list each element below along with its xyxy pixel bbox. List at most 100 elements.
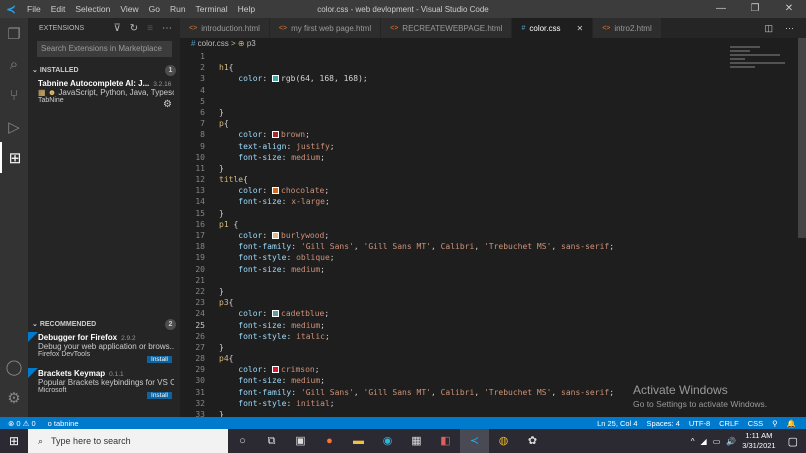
refresh-icon[interactable]: ↻ xyxy=(130,23,138,34)
vscode-taskbar-icon[interactable]: ≺ xyxy=(460,429,489,453)
search-icon[interactable]: ⌕ xyxy=(0,49,28,80)
clear-icon[interactable]: ≡ xyxy=(147,23,153,34)
code-line[interactable]: 28 p4{ xyxy=(180,353,720,364)
clock[interactable]: 1:11 AM 3/31/2021 xyxy=(742,431,775,451)
extension-search-input[interactable]: Search Extensions in Marketplace xyxy=(37,41,172,57)
code-line[interactable]: 7 p{ xyxy=(180,118,720,129)
code-line[interactable]: 17 color: burlywood; xyxy=(180,230,720,241)
color-swatch[interactable] xyxy=(272,310,279,318)
color-swatch[interactable] xyxy=(272,232,279,239)
code-line[interactable]: 5 xyxy=(180,96,720,107)
code-line[interactable]: 1 xyxy=(180,51,720,62)
code-line[interactable]: 13 color: chocolate; xyxy=(180,185,720,196)
code-line[interactable]: 25 font-size: medium; xyxy=(180,320,720,331)
code-line[interactable]: 11} xyxy=(180,163,720,174)
code-line[interactable]: 6} xyxy=(180,107,720,118)
source-control-icon[interactable]: ⑂ xyxy=(0,80,28,111)
breadcrumb-file[interactable]: color.css xyxy=(198,39,229,48)
tab-intro2-html[interactable]: <> intro2.html xyxy=(593,18,662,38)
code-line[interactable]: 4 xyxy=(180,85,720,96)
action-center-icon[interactable]: ▢ xyxy=(788,435,798,448)
end-of-line[interactable]: CRLF xyxy=(719,419,739,428)
code-line[interactable]: 14 font-size: x-large; xyxy=(180,196,720,207)
color-swatch[interactable] xyxy=(272,366,279,374)
tab-color-css[interactable]: # color.css ✕ xyxy=(512,18,594,38)
code-line[interactable]: 23 p3{ xyxy=(180,297,720,308)
split-editor-icon[interactable]: ◫ xyxy=(764,23,773,34)
code-line[interactable]: 16 p1 { xyxy=(180,219,720,230)
indentation[interactable]: Spaces: 4 xyxy=(647,419,680,428)
code-line[interactable]: 9 text-align: justify; xyxy=(180,141,720,152)
manage-gear-icon[interactable]: ⚙ xyxy=(0,382,28,413)
menu-go[interactable]: Go xyxy=(149,4,160,14)
installed-section-header[interactable]: ⌄ INSTALLED 1 xyxy=(28,62,180,78)
extension-item-brackets-keymap[interactable]: Brackets Keymap 0.1.1 Popular Brackets ke… xyxy=(28,368,180,404)
account-icon[interactable]: ◯ xyxy=(0,351,28,382)
show-hidden-icons-icon[interactable]: ^ xyxy=(691,437,695,446)
more-actions-icon[interactable]: ⋯ xyxy=(162,23,172,34)
tab-recreatewebpage-html[interactable]: <> RECREATEWEBPAGE.html xyxy=(381,18,513,38)
code-line[interactable]: 21 xyxy=(180,275,720,286)
color-swatch[interactable] xyxy=(272,75,279,83)
tab-introduction-html[interactable]: <> introduction.html xyxy=(180,18,270,38)
firefox-icon[interactable]: ● xyxy=(315,429,344,453)
gear-icon[interactable]: ⚙ xyxy=(163,99,172,110)
cortana-icon[interactable]: ○ xyxy=(228,429,257,453)
code-line[interactable]: 10 font-size: medium; xyxy=(180,152,720,163)
menu-help[interactable]: Help xyxy=(238,4,255,14)
language-mode[interactable]: CSS xyxy=(748,419,763,428)
color-swatch[interactable] xyxy=(272,131,279,139)
chrome-icon[interactable]: ◍ xyxy=(489,429,518,453)
menu-terminal[interactable]: Terminal xyxy=(196,4,228,14)
app-icon[interactable]: ✿ xyxy=(518,429,547,453)
close-tab-icon[interactable]: ✕ xyxy=(577,24,584,33)
close-button[interactable]: ✕ xyxy=(772,0,806,18)
battery-icon[interactable]: ▭ xyxy=(713,437,721,446)
code-line[interactable]: 22} xyxy=(180,286,720,297)
network-icon[interactable]: ◢ xyxy=(701,437,707,446)
edge-icon[interactable]: ◉ xyxy=(373,429,402,453)
taskbar-search-input[interactable]: ⌕ Type here to search xyxy=(28,429,228,453)
app-icon[interactable]: ◧ xyxy=(431,429,460,453)
explorer-icon[interactable]: ❐ xyxy=(0,18,28,49)
install-button[interactable]: Install xyxy=(147,356,172,363)
code-line[interactable]: 27} xyxy=(180,342,720,353)
filter-icon[interactable]: ⊽ xyxy=(113,23,120,34)
tab-my-first-web-page-html[interactable]: <> my first web page.html xyxy=(269,18,382,38)
code-line[interactable]: 3 color: rgb(64, 168, 168); xyxy=(180,73,720,84)
minimize-button[interactable]: — xyxy=(704,0,738,18)
file-explorer-icon[interactable]: ▬ xyxy=(344,429,373,453)
code-line[interactable]: 29 color: crimson; xyxy=(180,364,720,375)
encoding[interactable]: UTF-8 xyxy=(689,419,710,428)
code-line[interactable]: 2 h1{ xyxy=(180,62,720,73)
cursor-position[interactable]: Ln 25, Col 4 xyxy=(597,419,637,428)
task-view-icon[interactable]: ⧉ xyxy=(257,429,286,453)
volume-icon[interactable]: 🔊 xyxy=(726,437,736,446)
extensions-icon[interactable]: ⊞ xyxy=(0,142,28,173)
store-icon[interactable]: ▦ xyxy=(402,429,431,453)
breadcrumb-symbol[interactable]: p3 xyxy=(247,39,256,48)
code-line[interactable]: 15} xyxy=(180,208,720,219)
menu-run[interactable]: Run xyxy=(170,4,186,14)
code-line[interactable]: 12 title{ xyxy=(180,174,720,185)
code-line[interactable]: 26 font-style: italic; xyxy=(180,331,720,342)
minimap[interactable] xyxy=(730,44,794,94)
extension-item-debugger-for-firefox[interactable]: Debugger for Firefox 2.9.2 Debug your web… xyxy=(28,332,180,368)
live-share-icon[interactable]: ⚲ xyxy=(772,419,778,428)
code-line[interactable]: 24 color: cadetblue; xyxy=(180,308,720,319)
extension-item-tabnine[interactable]: Tabnine Autocomplete AI: J... 3.2.16 ▦ ☻ … xyxy=(28,78,180,114)
menu-edit[interactable]: Edit xyxy=(51,4,66,14)
app-icon[interactable]: ▣ xyxy=(286,429,315,453)
menu-view[interactable]: View xyxy=(120,4,138,14)
code-editor[interactable]: 1 2 h1{3 color: rgb(64, 168, 168); 4 5 6} 7 p{8… xyxy=(180,51,720,420)
install-button[interactable]: Install xyxy=(147,392,172,399)
problems-indicator[interactable]: ⊗ 0 ⚠ 0 xyxy=(8,419,36,428)
code-line[interactable]: 8 color: brown; xyxy=(180,129,720,140)
vertical-scrollbar[interactable] xyxy=(798,38,806,238)
recommended-section-header[interactable]: ⌄ RECOMMENDED 2 xyxy=(28,316,180,332)
menu-selection[interactable]: Selection xyxy=(75,4,110,14)
code-line[interactable]: 19 font-style: oblique; xyxy=(180,252,720,263)
color-swatch[interactable] xyxy=(272,187,279,195)
windows-start-icon[interactable]: ⊞ xyxy=(0,434,28,448)
run-debug-icon[interactable]: ▷ xyxy=(0,111,28,142)
